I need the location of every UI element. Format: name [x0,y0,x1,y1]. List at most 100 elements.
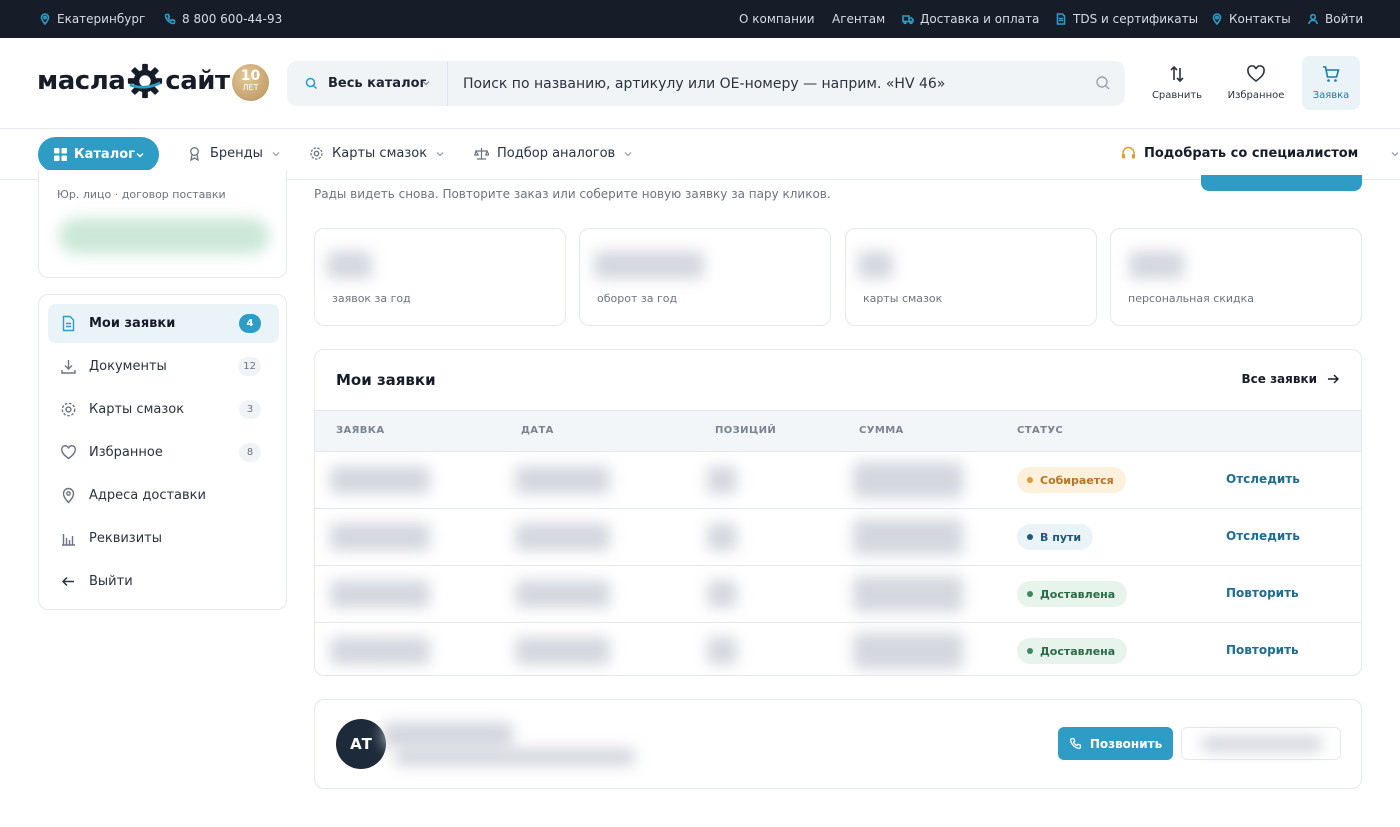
status-badge: Доставлена [1017,581,1128,607]
table-header: ЗАЯВКА ДАТА ПОЗИЦИЙ СУММА СТАТУС [315,410,1361,452]
chevron-down-icon [436,151,444,156]
account-menu: Мои заявки 4 Документы 12 Карты смазок 3… [38,294,287,610]
button-label-redacted [1202,736,1322,752]
search-input[interactable] [449,61,1079,106]
stat-value-redacted [858,251,893,279]
status-badge: Собирается [1017,467,1126,493]
sidebar-item-my-requests[interactable]: Мои заявки 4 [48,304,279,343]
phone-icon [1069,737,1081,750]
city-selector[interactable]: Екатеринбург [39,12,145,26]
location-pin-icon [40,13,50,25]
stat-value-redacted [327,251,372,279]
phone-link[interactable]: 8 800 600-44-93 [164,12,282,26]
scales-icon [474,148,489,160]
link-contacts-label: Контакты [1229,12,1291,26]
sidebar-item-addresses[interactable]: Адреса доставки [48,476,279,515]
link-about[interactable]: О компании [739,12,815,26]
link-delivery[interactable]: Доставка и оплата [902,12,1039,26]
sidebar-item-label: Реквизиты [89,531,162,546]
link-about-label: О компании [739,12,815,26]
order-number-redacted [330,637,430,665]
favorites-button[interactable]: Избранное [1227,56,1285,110]
nav-lubrication-cards[interactable]: Карты смазок [309,146,445,161]
orders-panel: Мои заявки Все заявки ЗАЯВКА ДАТА ПОЗИЦИ… [314,349,1362,676]
city-label: Екатеринбург [57,12,146,26]
account-status-redacted [59,218,269,254]
sidebar-item-requisites[interactable]: Реквизиты [48,519,279,558]
table-row[interactable]: В пути Отследить [315,509,1361,566]
repeat-order-link[interactable]: Повторить [1226,643,1299,657]
grid-icon [54,148,67,161]
link-delivery-label: Доставка и оплата [920,12,1040,26]
phone-icon [164,13,176,25]
nav-specialist[interactable]: Подобрать со специалистом [1121,146,1400,161]
search-submit-icon[interactable] [1095,75,1111,91]
chevron-down-icon [1391,151,1399,156]
column-header: СТАТУС [1017,425,1064,436]
order-positions-redacted [707,523,737,551]
logo-text-left: масла [37,66,126,96]
table-row[interactable]: Доставлена Повторить [315,623,1361,675]
catalog-scope-select[interactable]: Весь каталог [287,61,448,106]
count-badge: 4 [239,314,261,333]
heart-icon [1247,65,1265,83]
phone-label: 8 800 600-44-93 [182,12,283,26]
order-number-redacted [330,523,430,551]
anniversary-number: 10 [240,68,261,84]
sidebar-item-lubrication-cards[interactable]: Карты смазок 3 [48,390,279,429]
login-link[interactable]: Войти [1307,12,1363,26]
all-orders-link[interactable]: Все заявки [1242,372,1340,386]
account-type: Юр. лицо · договор поставки [57,188,226,201]
chevron-down-icon [422,81,430,86]
sidebar-item-documents[interactable]: Документы 12 [48,347,279,386]
avatar: АТ [336,719,386,769]
status-label: Доставлена [1040,644,1116,658]
site-logo[interactable]: масла сайт [37,62,230,100]
count-badge: 12 [238,357,261,376]
compare-button[interactable]: Сравнить [1148,56,1206,110]
table-row[interactable]: Собирается Отследить [315,452,1361,509]
write-manager-button[interactable] [1181,727,1341,760]
all-orders-label: Все заявки [1241,372,1318,386]
nav-brands[interactable]: Бренды [187,146,281,161]
sidebar-item-logout[interactable]: Выйти [48,562,279,601]
gear-logo-icon [128,63,163,99]
link-tds[interactable]: TDS и сертификаты [1055,12,1198,26]
request-cart-button[interactable]: Заявка [1302,56,1360,110]
catalog-button[interactable]: Каталог [38,137,159,172]
sidebar-item-label: Мои заявки [89,316,176,331]
user-icon [1308,13,1318,25]
manager-card: АТ Позвонить [314,699,1362,789]
favorites-label: Избранное [1227,90,1285,101]
table-row[interactable]: Доставлена Повторить [315,566,1361,623]
manager-contacts-redacted [395,748,635,766]
link-contacts[interactable]: Контакты [1211,12,1291,26]
gear-icon [61,402,76,417]
track-order-link[interactable]: Отследить [1226,529,1300,543]
new-request-button[interactable] [1201,175,1362,191]
nav-analogs[interactable]: Подбор аналогов [474,146,633,161]
track-order-link[interactable]: Отследить [1226,472,1300,486]
status-dot [1027,477,1033,483]
order-date-redacted [515,523,610,551]
order-sum-redacted [853,519,963,555]
repeat-order-link[interactable]: Повторить [1226,586,1299,600]
location-pin-icon [1212,13,1222,25]
status-badge: Доставлена [1017,638,1128,664]
sidebar-item-label: Документы [89,359,167,374]
status-label: Доставлена [1040,587,1116,601]
call-manager-button[interactable]: Позвонить [1058,727,1173,760]
award-icon [190,147,199,161]
chevron-down-icon [272,151,280,156]
count-badge: 8 [239,443,261,462]
welcome-text: Рады видеть снова. Повторите заказ или с… [314,187,831,201]
sidebar-item-label: Выйти [89,574,133,589]
sidebar-item-favorites[interactable]: Избранное 8 [48,433,279,472]
order-sum-redacted [853,576,963,612]
link-agents-label: Агентам [832,12,886,26]
status-dot [1027,591,1033,597]
site-header: масла сайт 10 ЛЕТ Весь каталог Поиск по … [0,38,1400,129]
link-agents[interactable]: Агентам [832,12,885,26]
catalog-label: Каталог [74,147,135,162]
status-badge: В пути [1017,524,1094,550]
